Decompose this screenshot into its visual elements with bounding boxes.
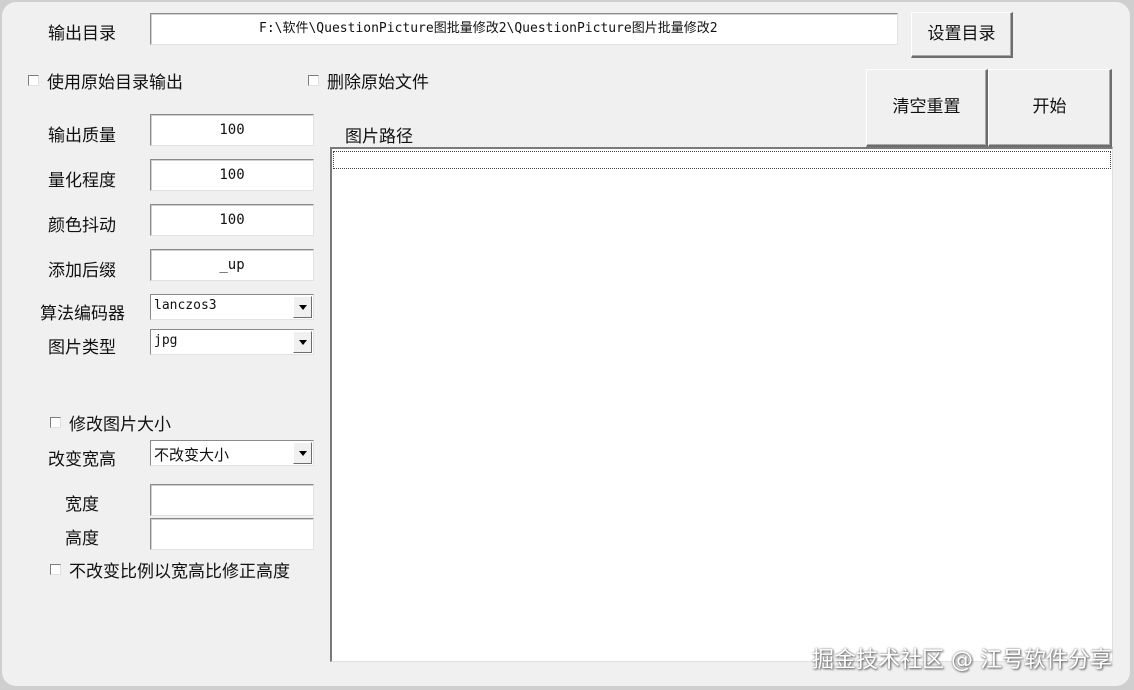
output-dir-field[interactable]: F:\软件\QuestionPicture图批量修改2\QuestionPict… [150, 13, 898, 45]
type-value: jpg [154, 333, 178, 348]
list-focus-row[interactable] [333, 151, 1111, 169]
checkbox-box[interactable] [50, 564, 61, 575]
keep-ratio-label: 不改变比例以宽高比修正高度 [69, 562, 290, 582]
main-window: 输出目录 F:\软件\QuestionPicture图批量修改2\Questio… [2, 2, 1130, 686]
clear-reset-button[interactable]: 清空重置 [866, 69, 988, 147]
codec-value: lanczos3 [154, 298, 217, 313]
change-size-label: 改变宽高 [48, 450, 116, 470]
change-size-value: 不改变大小 [154, 446, 230, 464]
height-label: 高度 [65, 529, 99, 549]
quality-label: 输出质量 [48, 126, 116, 146]
dither-field[interactable]: 100 [150, 204, 314, 236]
suffix-field[interactable]: _up [150, 249, 314, 281]
checkbox-box[interactable] [50, 417, 61, 428]
suffix-label: 添加后缀 [48, 261, 116, 281]
type-label: 图片类型 [48, 338, 116, 358]
use-original-dir-label: 使用原始目录输出 [47, 73, 183, 93]
width-label: 宽度 [65, 495, 99, 515]
codec-select[interactable]: lanczos3 [150, 294, 314, 320]
width-field[interactable] [150, 484, 314, 516]
chevron-down-icon[interactable] [293, 296, 312, 318]
quality-field[interactable]: 100 [150, 114, 314, 146]
list-header: 图片路径 [345, 127, 413, 147]
image-path-list[interactable] [330, 147, 1113, 662]
change-size-select[interactable]: 不改变大小 [150, 440, 314, 466]
set-dir-button[interactable]: 设置目录 [911, 12, 1013, 58]
modify-size-checkbox[interactable]: 修改图片大小 [50, 410, 171, 435]
quantize-field[interactable]: 100 [150, 159, 314, 191]
use-original-dir-checkbox[interactable]: 使用原始目录输出 [28, 68, 183, 93]
delete-original-label: 删除原始文件 [327, 73, 429, 93]
dither-label: 颜色抖动 [48, 216, 116, 236]
start-button[interactable]: 开始 [988, 69, 1112, 147]
modify-size-label: 修改图片大小 [69, 415, 171, 435]
codec-label: 算法编码器 [40, 304, 125, 324]
checkbox-box[interactable] [28, 75, 39, 86]
chevron-down-icon[interactable] [293, 331, 312, 353]
keep-ratio-checkbox[interactable]: 不改变比例以宽高比修正高度 [50, 557, 290, 582]
type-select[interactable]: jpg [150, 329, 314, 355]
height-field[interactable] [150, 518, 314, 550]
chevron-down-icon[interactable] [293, 442, 312, 464]
quantize-label: 量化程度 [48, 171, 116, 191]
watermark: 掘金技术社区 @ 江号软件分享 [812, 648, 1112, 673]
checkbox-box[interactable] [308, 75, 319, 86]
delete-original-checkbox[interactable]: 删除原始文件 [308, 68, 429, 93]
output-dir-label: 输出目录 [48, 24, 116, 44]
